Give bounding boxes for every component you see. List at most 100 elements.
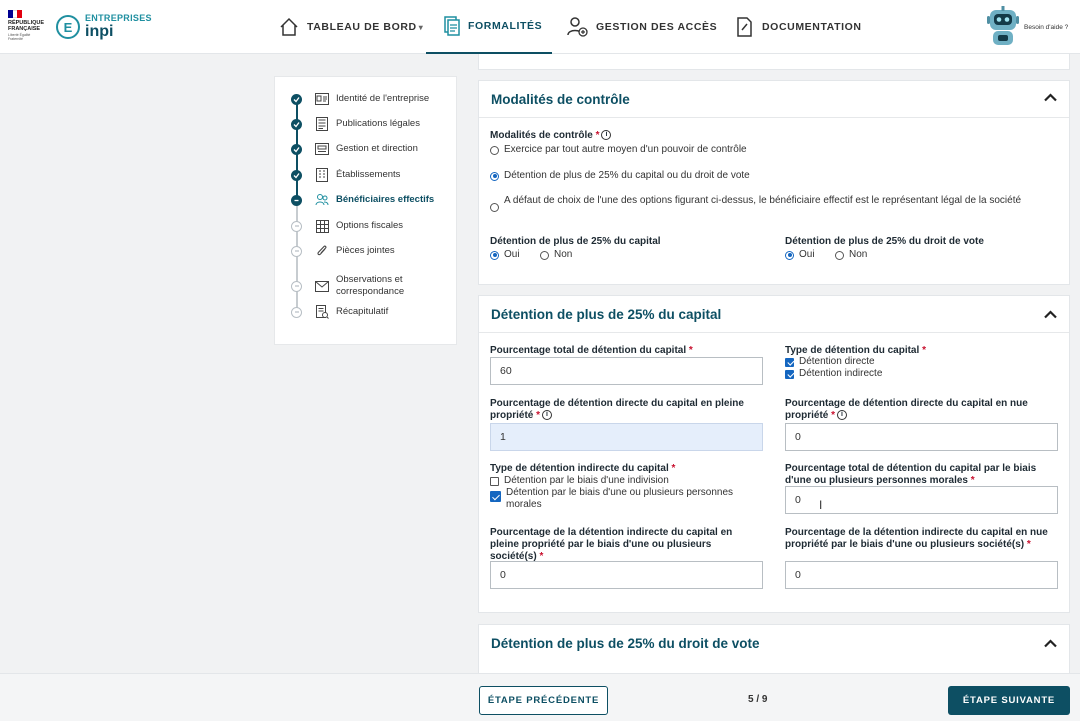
- panel-title: Détention de plus de 25% du droit de vot…: [491, 636, 760, 651]
- robot-assistant-icon[interactable]: [986, 6, 1020, 48]
- capital-oui-option[interactable]: Oui: [490, 249, 520, 261]
- nav-gestion-des-acces-label: GESTION DES ACCÈS: [596, 21, 718, 33]
- step-identite[interactable]: Identité de l'entreprise: [291, 90, 429, 108]
- inpi-logo[interactable]: E ENTREPRISES inpi: [56, 14, 152, 40]
- option-label: Oui: [799, 249, 815, 260]
- user-add-icon: [567, 17, 588, 37]
- grid-icon: [315, 219, 329, 233]
- option-label: Non: [849, 249, 868, 260]
- checkbox-checked[interactable]: [490, 491, 501, 502]
- previous-step-button[interactable]: ÉTAPE PRÉCÉDENTE: [479, 686, 608, 715]
- radio-button[interactable]: [490, 145, 499, 155]
- text-cursor-icon: I: [819, 498, 823, 512]
- indirect-nue-input[interactable]: 0: [785, 561, 1058, 589]
- pending-step-icon: [291, 280, 302, 292]
- step-publications[interactable]: Publications légales: [291, 115, 420, 133]
- pending-step-icon: [291, 306, 302, 318]
- vote-non-option[interactable]: Non: [835, 249, 867, 261]
- vote-label: Détention de plus de 25% du droit de vot…: [785, 236, 984, 247]
- modalites-controle-panel: Modalités de contrôle Modalités de contr…: [478, 80, 1070, 285]
- radio-button-selected[interactable]: [490, 250, 499, 260]
- direct-nue-label: Pourcentage de détention directe du capi…: [785, 398, 1028, 421]
- option-label: Oui: [504, 249, 520, 260]
- direct-pleine-label: Pourcentage de détention directe du capi…: [490, 398, 744, 421]
- step-label: Pièces jointes: [336, 245, 395, 256]
- top-header: RÉPUBLIQUE FRANÇAISE Liberté Égalité Fra…: [0, 0, 1080, 54]
- nav-documentation-label: DOCUMENTATION: [762, 21, 862, 33]
- info-icon[interactable]: i: [837, 410, 848, 421]
- option-label: Détention directe: [799, 356, 875, 367]
- step-recapitulatif[interactable]: Récapitulatif: [291, 303, 388, 321]
- nav-tableau-de-bord-label: TABLEAU DE BORD: [307, 21, 417, 33]
- chevron-up-icon[interactable]: [1044, 308, 1057, 322]
- nav-formalites[interactable]: FORMALITÉS: [426, 0, 552, 54]
- republique-francaise-logo[interactable]: RÉPUBLIQUE FRANÇAISE Liberté Égalité Fra…: [8, 10, 48, 41]
- panel-title: Détention de plus de 25% du capital: [491, 307, 722, 322]
- radio-button[interactable]: [540, 250, 549, 260]
- step-pieces-jointes[interactable]: Pièces jointes: [291, 242, 395, 260]
- pending-step-icon: [291, 245, 302, 257]
- radio-button-selected[interactable]: [490, 171, 499, 181]
- chevron-up-icon[interactable]: [1044, 637, 1057, 651]
- chevron-up-icon[interactable]: [1044, 91, 1057, 105]
- step-label: Options fiscales: [336, 220, 404, 231]
- steps-sidebar: Identité de l'entreprise Publications lé…: [274, 76, 457, 345]
- check-icon: [291, 143, 302, 155]
- checkbox-detention-indirecte[interactable]: Détention indirecte: [785, 368, 882, 380]
- nav-tableau-de-bord[interactable]: TABLEAU DE BORD ▾: [279, 0, 423, 54]
- option-label: Détention par le biais d'une ou plusieur…: [506, 487, 734, 510]
- option-label: Détention de plus de 25% du capital ou d…: [504, 170, 750, 181]
- step-pager: 5 / 9: [748, 694, 768, 705]
- step-options-fiscales[interactable]: Options fiscales: [291, 217, 403, 235]
- direct-nue-input[interactable]: 0: [785, 423, 1058, 451]
- checkbox-detention-directe[interactable]: Détention directe: [785, 356, 875, 368]
- step-beneficiaires[interactable]: Bénéficiaires effectifs: [291, 191, 434, 209]
- checkbox-personnes-morales[interactable]: Détention par le biais d'une ou plusieur…: [490, 487, 760, 511]
- nav-gestion-des-acces[interactable]: GESTION DES ACCÈS: [566, 0, 717, 54]
- radio-option-representant-legal[interactable]: A défaut de choix de l'une des options f…: [490, 195, 1050, 212]
- footer-bar: ÉTAPE PRÉCÉDENTE 5 / 9 ÉTAPE SUIVANTE: [0, 673, 1080, 721]
- total-morales-label: Pourcentage total de détention du capita…: [785, 463, 1037, 486]
- step-label: Observations et correspondance: [336, 274, 405, 297]
- help-label[interactable]: Besoin d'aide ?: [1024, 24, 1068, 31]
- check-icon: [291, 93, 302, 105]
- direct-pleine-input[interactable]: 1: [490, 423, 763, 451]
- step-gestion[interactable]: Gestion et direction: [291, 140, 418, 158]
- info-icon[interactable]: i: [542, 410, 553, 421]
- info-icon[interactable]: i: [601, 130, 612, 141]
- total-detention-label: Pourcentage total de détention du capita…: [490, 345, 693, 356]
- radio-option-detention-25[interactable]: Détention de plus de 25% du capital ou d…: [490, 170, 750, 182]
- next-step-button[interactable]: ÉTAPE SUIVANTE: [948, 686, 1070, 715]
- current-step-icon: [291, 194, 302, 206]
- checkbox-checked[interactable]: [785, 357, 794, 367]
- total-detention-input[interactable]: 60: [490, 357, 763, 385]
- building-icon: [315, 168, 329, 182]
- step-observations[interactable]: Observations et correspondance: [291, 273, 428, 299]
- step-etablissements[interactable]: Établissements: [291, 166, 400, 184]
- radio-option-autre-moyen[interactable]: Exercice par tout autre moyen d'un pouvo…: [490, 144, 747, 156]
- newspaper-icon: [315, 117, 329, 131]
- radio-button[interactable]: [490, 203, 499, 212]
- radio-button-selected[interactable]: [785, 250, 794, 260]
- document-list-icon: [444, 16, 460, 36]
- option-label: Exercice par tout autre moyen d'un pouvo…: [504, 144, 747, 155]
- check-icon: [291, 118, 302, 130]
- radio-button[interactable]: [835, 250, 844, 260]
- capital-non-option[interactable]: Non: [540, 249, 572, 261]
- step-label: Récapitulatif: [336, 306, 389, 317]
- indirect-pleine-input[interactable]: 0: [490, 561, 763, 589]
- inpi-e-icon: E: [56, 15, 80, 39]
- checkbox-checked[interactable]: [785, 369, 794, 379]
- nav-documentation[interactable]: DOCUMENTATION: [736, 0, 862, 54]
- vote-oui-option[interactable]: Oui: [785, 249, 815, 261]
- step-label: Établissements: [336, 169, 401, 180]
- checkbox-indivision[interactable]: Détention par le biais d'une indivision: [490, 475, 669, 487]
- pending-step-icon: [291, 220, 302, 232]
- checkbox[interactable]: [490, 476, 499, 486]
- indirect-nue-label: Pourcentage de la détention indirecte du…: [785, 527, 1048, 550]
- option-label: Non: [554, 249, 573, 260]
- indirect-pleine-label: Pourcentage de la détention indirecte du…: [490, 527, 733, 562]
- total-morales-input[interactable]: 0: [785, 486, 1058, 514]
- capital-label: Détention de plus de 25% du capital: [490, 236, 661, 247]
- nav-formalites-label: FORMALITÉS: [468, 20, 543, 32]
